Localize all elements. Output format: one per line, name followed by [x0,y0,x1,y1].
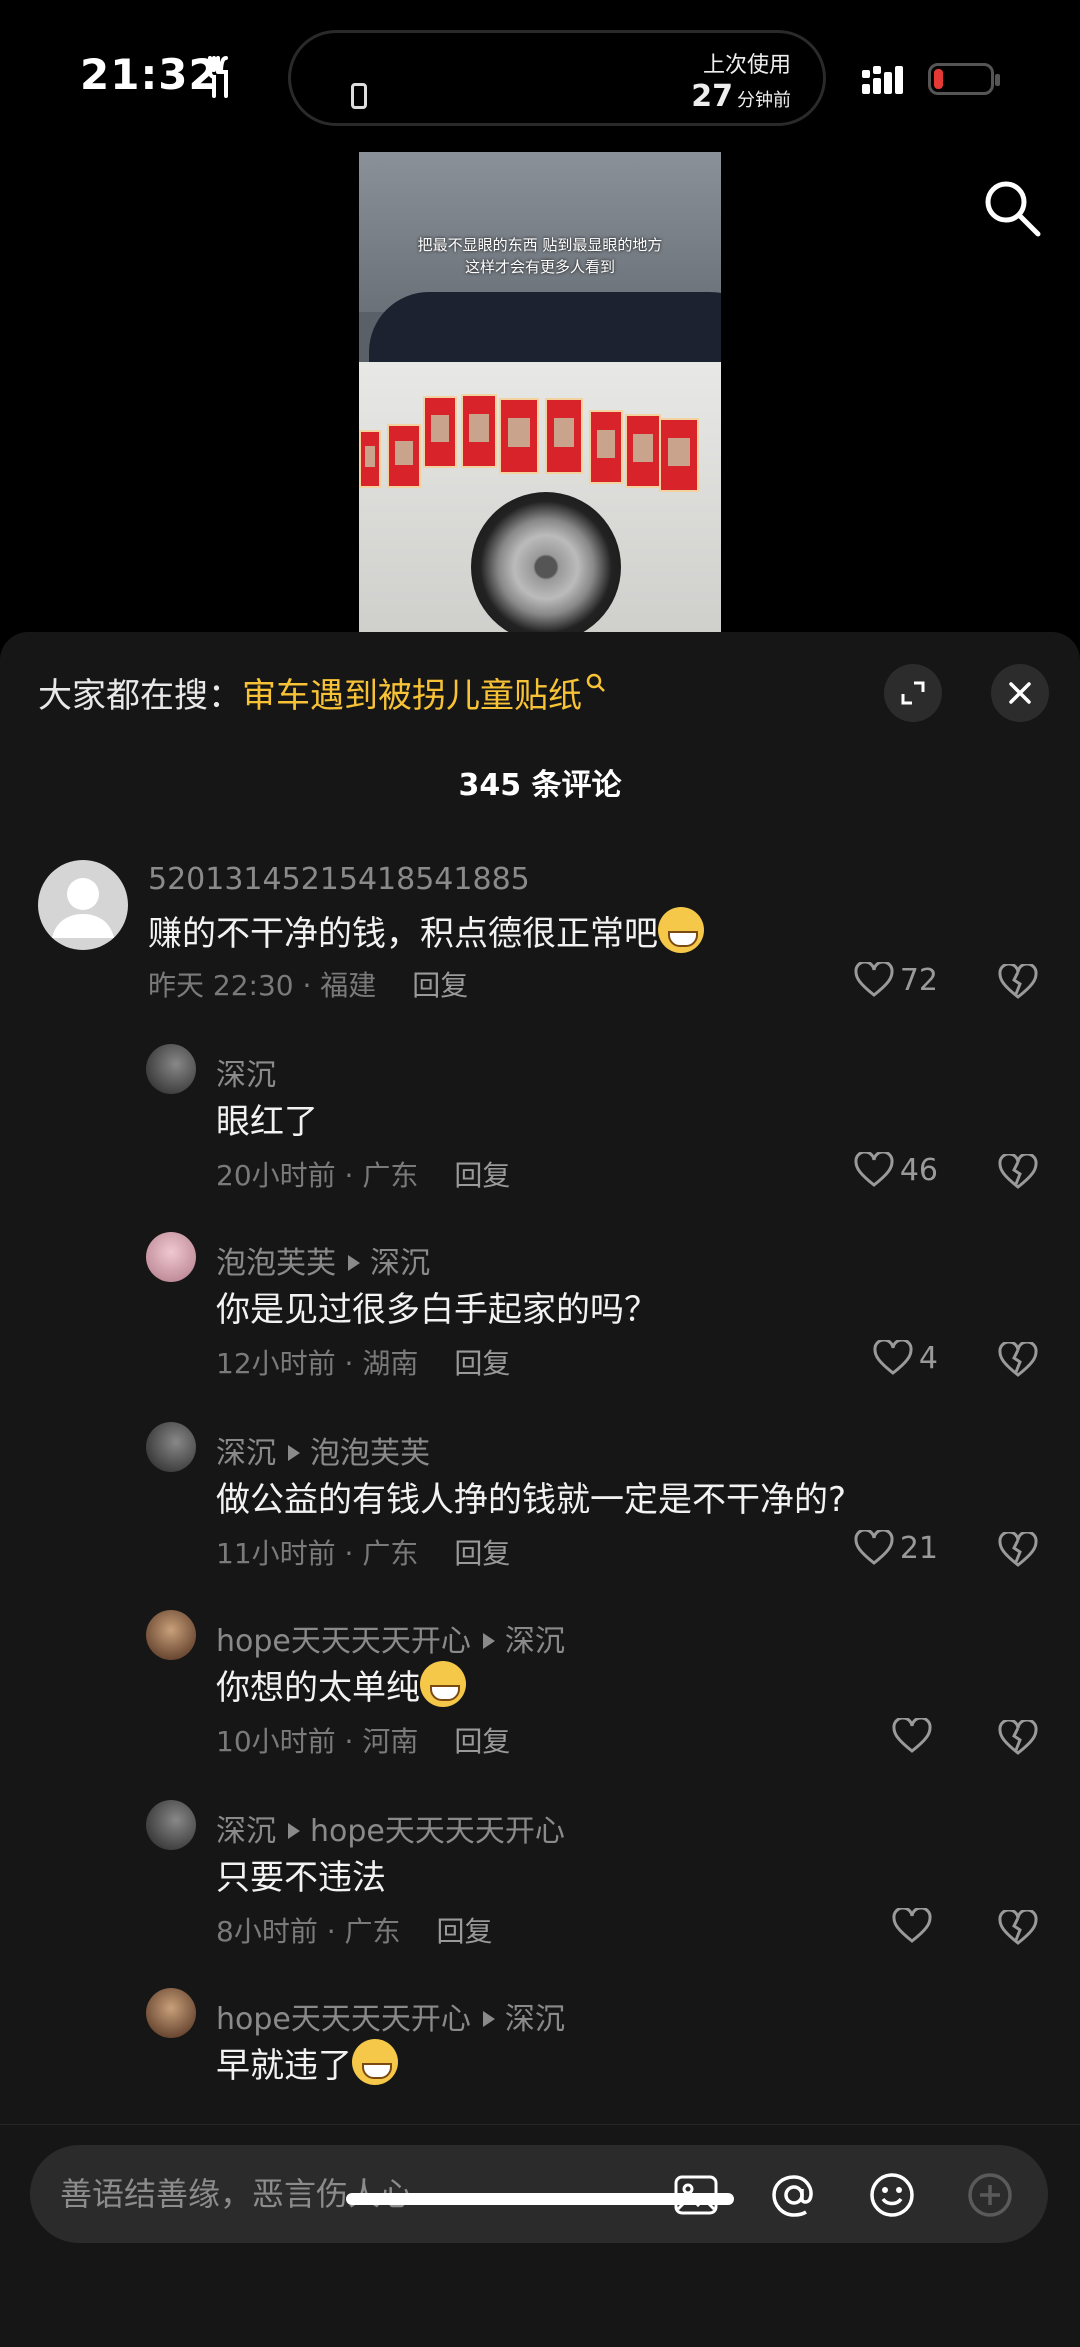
username[interactable]: 深沉 [216,1050,276,1094]
avatar[interactable] [146,1044,196,1094]
status-bar: 21:32 上次使用 27 分钟前 [0,0,1080,150]
comment-text: 你是见过很多白手起家的吗？ [216,1290,658,1330]
trending-search[interactable]: 大家都在搜：审车遇到被拐儿童贴纸 [38,668,606,717]
comment-text: 你想的太单纯 [216,1660,466,1709]
heart-icon [892,1718,932,1753]
clock: 21:32 [80,50,219,99]
reply-button[interactable]: 回复 [454,1347,510,1380]
heart-icon [873,1340,913,1375]
reply-button[interactable]: 回复 [437,1915,493,1948]
broken-heart-icon[interactable] [998,964,1038,1000]
comment-text: 眼红了 [216,1102,318,1142]
like-button[interactable] [892,1718,938,1754]
last-use-indicator: 上次使用 27 分钟前 [691,53,791,114]
expand-button[interactable] [884,664,942,722]
avatar[interactable] [146,1422,196,1472]
heart-icon [854,962,894,997]
comment-meta: 20小时前 · 广东 回复 [216,1159,511,1192]
laugh-cry-emoji [352,2039,398,2085]
at-icon[interactable] [770,2171,818,2219]
laugh-cry-emoji [420,1661,466,1707]
broken-heart-icon[interactable] [998,1154,1038,1190]
username[interactable]: hope天天天天开心 深沉 [216,1616,565,1660]
comment-meta: 10小时前 · 河南 回复 [216,1725,511,1758]
reply-button[interactable]: 回复 [454,1159,510,1192]
comment-meta: 昨天 22:30 · 福建 回复 [148,969,469,1002]
comment-count: 345 条评论 [458,768,622,803]
phone-icon [351,83,367,109]
reply-button[interactable]: 回复 [454,1537,510,1570]
like-button[interactable]: 46 [854,1152,938,1188]
like-button[interactable]: 21 [854,1530,938,1566]
avatar[interactable] [146,1800,196,1850]
heart-icon [892,1908,932,1943]
like-button[interactable]: 4 [873,1340,938,1376]
video-caption: 把最不显眼的东西 贴到最显眼的地方 这样才会有更多人看到 [417,236,663,276]
comment-panel: 大家都在搜：审车遇到被拐儿童贴纸 345 条评论 520131452154185… [0,632,1080,2347]
comment-text: 早就违了 [216,2038,398,2087]
like-button[interactable] [892,1908,938,1944]
broken-heart-icon[interactable] [998,1910,1038,1946]
username[interactable]: 泡泡芙芙 深沉 [216,1238,430,1282]
heart-icon [854,1152,894,1187]
comment-input-bar [0,2124,1080,2347]
comment-text: 只要不违法 [216,1858,386,1898]
comment-text: 做公益的有钱人挣的钱就一定是不干净的? [216,1480,847,1520]
username[interactable]: 深沉 泡泡芙芙 [216,1428,430,1472]
battery-icon [928,63,1000,95]
expand-icon [901,681,925,705]
avatar[interactable] [146,1232,196,1282]
comment-text: 赚的不干净的钱，积点德很正常吧 [148,906,704,955]
reply-button[interactable]: 回复 [412,969,468,1002]
heart-icon [854,1530,894,1565]
search-icon[interactable] [982,178,1042,238]
home-indicator[interactable] [346,2193,734,2205]
comment-meta: 8小时前 · 广东 回复 [216,1915,493,1948]
grin-emoji [658,907,704,953]
search-small-icon [586,673,605,692]
plus-circle-icon[interactable] [966,2171,1014,2219]
car-wheel [471,492,621,632]
username[interactable]: hope天天天天开心 深沉 [216,1994,565,2038]
dynamic-island[interactable]: 上次使用 27 分钟前 [288,30,826,126]
username[interactable]: 深沉 hope天天天天开心 [216,1806,565,1850]
fork-knife-icon [208,56,228,98]
avatar[interactable] [146,1610,196,1660]
signal-icon [862,66,903,94]
like-button[interactable]: 72 [854,962,938,998]
comment-meta: 11小时前 · 广东 回复 [216,1537,511,1570]
close-button[interactable] [991,664,1049,722]
reply-button[interactable]: 回复 [454,1725,510,1758]
avatar[interactable] [146,1988,196,2038]
broken-heart-icon[interactable] [998,1342,1038,1378]
smiley-icon[interactable] [868,2171,916,2219]
close-icon [1009,682,1031,704]
broken-heart-icon[interactable] [998,1720,1038,1756]
comment-meta: 12小时前 · 湖南 回复 [216,1347,511,1380]
username[interactable]: 52013145215418541885 [148,862,530,897]
broken-heart-icon[interactable] [998,1532,1038,1568]
video-thumbnail[interactable]: 把最不显眼的东西 贴到最显眼的地方 这样才会有更多人看到 [359,152,721,632]
avatar[interactable] [38,860,128,950]
